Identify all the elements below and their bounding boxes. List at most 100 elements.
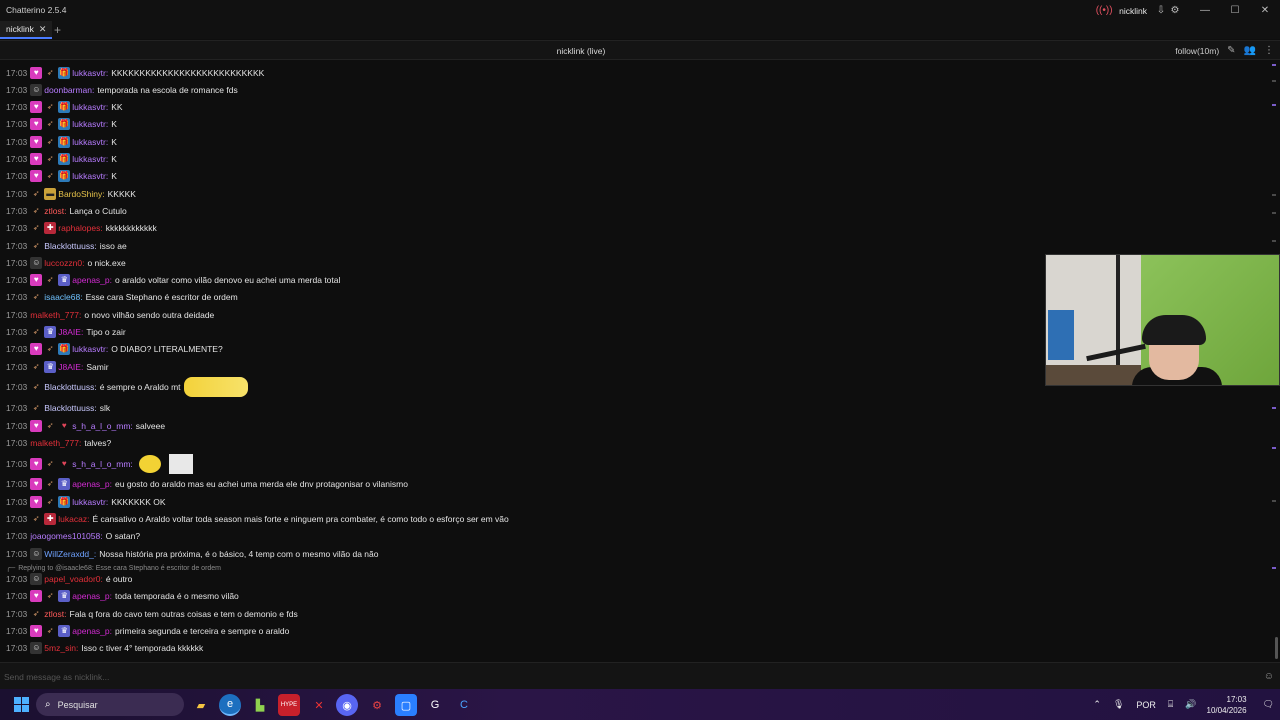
edge-icon[interactable]: e — [219, 694, 241, 716]
message-username[interactable]: luccozzn0: — [44, 258, 84, 268]
message-username[interactable]: lukacaz: — [58, 514, 89, 524]
gift-badge-icon[interactable]: 🎁 — [58, 495, 71, 508]
chat-message[interactable]: 17:03 ♥ ➶ ♛ apenas_p: primeira segunda e terc… — [6, 622, 289, 639]
username-text[interactable]: apenas_p — [72, 275, 109, 285]
bits-badge-icon[interactable]: ➶ — [44, 590, 56, 602]
file-explorer-icon[interactable]: ▰ — [190, 694, 212, 716]
message-username[interactable]: lukkasvtr: — [72, 171, 108, 181]
subscriber-badge-icon[interactable]: ♥ — [30, 170, 43, 183]
minion-emote-icon[interactable] — [168, 453, 193, 474]
username-text[interactable]: lukkasvtr — [72, 154, 106, 164]
chat-message[interactable]: 17:03 ♥ ➶ 🎁 lukkasvtr: K — [6, 116, 117, 133]
tab-nicklink[interactable]: nicklink ✕ — [0, 21, 53, 39]
username-text[interactable]: joaogomes101058 — [30, 531, 100, 541]
bits-badge-icon[interactable]: ➶ — [30, 402, 42, 414]
username-text[interactable]: lukkasvtr — [72, 119, 106, 129]
chat-message[interactable]: 17:03 ♥ ➶ 🎁 lukkasvtr: K — [6, 133, 117, 150]
chat-message[interactable]: 17:03 ➶ ✚ lukacaz: É cansativo o Araldo volt… — [6, 511, 509, 528]
chat-message[interactable]: 17:03 ♥ ➶ ♥ s_h_a_l_o_mm: salveee — [6, 417, 165, 434]
username-text[interactable]: malketh_777 — [30, 438, 79, 448]
message-username[interactable]: papel_voador0: — [44, 574, 103, 584]
gift-badge-icon[interactable]: 🎁 — [58, 118, 71, 131]
live-icon[interactable]: ((•)) — [1096, 4, 1113, 18]
maximize-button[interactable]: ☐ — [1220, 0, 1250, 21]
username-text[interactable]: papel_voador0 — [44, 574, 100, 584]
message-username[interactable]: lukkasvtr: — [72, 154, 108, 164]
red-badge-icon[interactable]: ✚ — [44, 513, 57, 525]
subscriber-badge-icon[interactable]: ♥ — [30, 495, 43, 508]
app-red-icon[interactable]: ⚙ — [366, 694, 388, 716]
chat-message[interactable]: 17:03 ☺ 5mz_sin: Isso c tiver 4° temporada … — [6, 640, 203, 657]
message-username[interactable]: doonbarman: — [44, 85, 94, 95]
bits-badge-icon[interactable]: ➶ — [44, 420, 56, 432]
user-badge-icon[interactable]: ☺ — [30, 83, 43, 96]
username-text[interactable]: apenas_p — [72, 591, 109, 601]
prime-badge-icon[interactable]: ♛ — [58, 590, 71, 603]
bits-badge-icon[interactable]: ➶ — [30, 188, 42, 200]
message-username[interactable]: lukkasvtr: — [72, 137, 108, 147]
message-username[interactable]: s_h_a_l_o_mm: — [72, 459, 133, 469]
chat-message[interactable]: 17:03 ♥ ➶ 🎁 lukkasvtr: O DIABO? LITERALMENTE? — [6, 341, 223, 358]
username-text[interactable]: luccozzn0 — [44, 258, 82, 268]
chat-message[interactable]: 17:03 ♥ ➶ ♛ apenas_p: eu gosto do araldo mas … — [6, 476, 408, 493]
volume-icon[interactable]: 🔊 — [1185, 699, 1196, 710]
message-input[interactable] — [4, 669, 1254, 684]
bits-badge-icon[interactable]: ➶ — [44, 343, 56, 355]
message-username[interactable]: ztlost: — [44, 206, 66, 216]
username-text[interactable]: lukkasvtr — [72, 102, 106, 112]
username-text[interactable]: lukacaz — [58, 514, 87, 524]
message-username[interactable]: lukkasvtr: — [72, 68, 108, 78]
username-text[interactable]: BardoShiny — [58, 189, 102, 199]
taskbar-search[interactable]: ⌕ Pesquisar — [36, 693, 184, 716]
close-button[interactable]: ✕ — [1250, 0, 1280, 21]
bits-badge-icon[interactable]: ➶ — [44, 625, 56, 637]
chat-message[interactable]: 17:03 malketh_777: talves? — [6, 434, 111, 451]
chat-message[interactable]: 17:03 ♥ ➶ 🎁 lukkasvtr: K — [6, 168, 117, 185]
username-text[interactable]: s_h_a_l_o_mm — [72, 459, 130, 469]
bits-badge-icon[interactable]: ➶ — [44, 153, 56, 165]
username-text[interactable]: lukkasvtr — [72, 344, 106, 354]
subscriber-badge-icon[interactable]: ♥ — [30, 478, 43, 491]
chat-message[interactable]: 17:03 ☺ luccozzn0: o nick.exe — [6, 254, 126, 271]
chat-message[interactable]: 17:03 ➶ Blacklottuuss: é sempre o Araldo mt — [6, 375, 248, 399]
close-tab-icon[interactable]: ✕ — [39, 24, 47, 35]
emote-image[interactable] — [183, 377, 248, 398]
subscriber-badge-icon[interactable]: ♥ — [30, 135, 43, 148]
chat-message[interactable]: 17:03 ☺ doonbarman: temporada na escola de … — [6, 81, 238, 98]
subscriber-badge-icon[interactable]: ♥ — [30, 590, 43, 603]
gift-badge-icon[interactable]: 🎁 — [58, 101, 71, 114]
message-username[interactable]: apenas_p: — [72, 479, 112, 489]
username-text[interactable]: lukkasvtr — [72, 68, 106, 78]
message-username[interactable]: Blacklottuuss: — [44, 241, 96, 251]
chat-message[interactable]: 17:03 ➶ isaacle68: Esse cara Stephano é esc… — [6, 289, 238, 306]
gold-badge-icon[interactable]: ▬ — [44, 187, 57, 200]
heart-badge-icon[interactable]: ♥ — [58, 420, 70, 432]
subscriber-badge-icon[interactable]: ♥ — [30, 274, 43, 287]
username-text[interactable]: s_h_a_l_o_mm — [72, 421, 130, 431]
app-x-icon[interactable]: ✕ — [308, 694, 330, 716]
minimize-button[interactable]: — — [1190, 0, 1220, 21]
add-tab-icon[interactable]: + — [54, 23, 61, 37]
username-text[interactable]: lukkasvtr — [72, 137, 106, 147]
username-text[interactable]: ztlost — [44, 609, 64, 619]
message-username[interactable]: apenas_p: — [72, 626, 112, 636]
subscriber-badge-icon[interactable]: ♥ — [30, 343, 43, 356]
bits-badge-icon[interactable]: ➶ — [44, 67, 56, 79]
username-text[interactable]: 5mz_sin — [44, 643, 76, 653]
channel-title[interactable]: nicklink (live) — [0, 46, 1162, 56]
clock[interactable]: 17:03 10/04/2026 — [1207, 694, 1247, 716]
prime-badge-icon[interactable]: ♛ — [58, 274, 71, 287]
username-text[interactable]: ztlost — [44, 206, 64, 216]
bits-badge-icon[interactable]: ➶ — [30, 381, 42, 393]
bits-badge-icon[interactable]: ➶ — [44, 478, 56, 490]
app-g-icon[interactable]: G — [424, 694, 446, 716]
username-text[interactable]: Blacklottuuss — [44, 382, 94, 392]
username-text[interactable]: malketh_777 — [30, 310, 79, 320]
message-username[interactable]: apenas_p: — [72, 591, 112, 601]
windows-start-icon[interactable] — [14, 697, 29, 712]
smiley-emote-icon[interactable] — [138, 454, 161, 473]
message-username[interactable]: Blacklottuuss: — [44, 382, 96, 392]
prime-badge-icon[interactable]: ♛ — [58, 624, 71, 637]
subscriber-badge-icon[interactable]: ♥ — [30, 153, 43, 165]
chat-message[interactable]: 17:03 ♥ ➶ ♥ s_h_a_l_o_mm: — [6, 452, 193, 476]
